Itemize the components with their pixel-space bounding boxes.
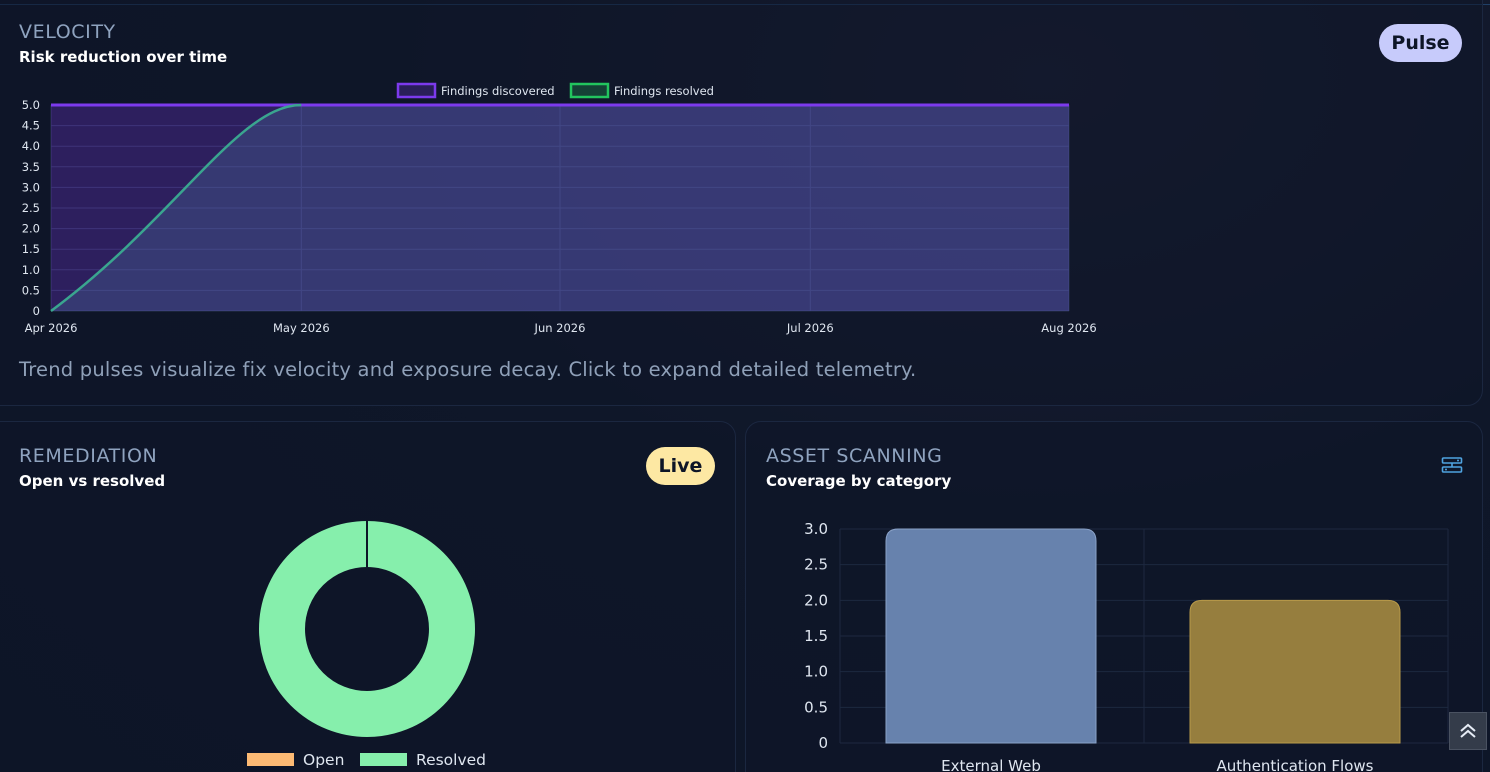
velocity-y-tick-label: 3.0	[22, 180, 40, 194]
bar-y-tick-label: 3.0	[804, 520, 828, 538]
bar-y-tick-label: 0	[818, 734, 828, 752]
velocity-y-tick-label: 5.0	[22, 98, 40, 112]
remediation-subtitle: Open vs resolved	[19, 472, 166, 490]
bar-y-tick-label: 1.0	[804, 663, 828, 681]
asset-scanning-bar-chart[interactable]: 0 0.5 1.0 1.5 2.0 2.5 3.0 External Web Authenti…	[780, 512, 1460, 772]
velocity-y-tick-label: 2.5	[22, 201, 40, 215]
bar-y-tick-label: 2.0	[804, 591, 828, 609]
scroll-to-top-button[interactable]	[1449, 712, 1487, 750]
donut-legend-open-label: Open	[303, 751, 344, 769]
velocity-y-tick-label: 3.5	[22, 160, 40, 174]
velocity-x-tick-label: Aug 2026	[1041, 321, 1096, 335]
velocity-x-tick-label: Jun 2026	[534, 321, 586, 335]
bar-external-web	[885, 528, 1097, 744]
velocity-y-tick-label: 2.0	[22, 222, 40, 236]
bar-y-tick-label: 2.5	[804, 556, 828, 574]
bar-y-tick-label: 0.5	[804, 698, 828, 716]
velocity-y-tick-label: 1.0	[22, 263, 40, 277]
legend-findings-resolved-label: Findings resolved	[614, 84, 714, 98]
velocity-y-tick-label: 1.5	[22, 242, 40, 256]
velocity-x-tick-label: May 2026	[273, 321, 330, 335]
remediation-eyebrow: REMEDIATION	[19, 445, 158, 467]
bar-authentication-flows	[1189, 599, 1401, 744]
asset-scanning-eyebrow: ASSET SCANNING	[766, 445, 943, 467]
bar-authentication-flows-label: Authentication Flows	[1217, 757, 1374, 772]
velocity-y-tick-label: 0	[33, 304, 40, 318]
live-badge: Live	[646, 447, 715, 485]
double-chevron-up-icon	[1460, 723, 1476, 738]
legend-findings-discovered-label: Findings discovered	[441, 84, 555, 98]
donut-slice-resolved	[259, 521, 475, 737]
bar-external-web-label: External Web	[941, 757, 1041, 772]
velocity-eyebrow: VELOCITY	[19, 21, 116, 43]
legend-findings-resolved-swatch	[569, 82, 610, 99]
legend-findings-discovered-swatch	[396, 82, 437, 99]
donut-legend-open-swatch	[247, 753, 294, 766]
velocity-x-tick-label: Jul 2026	[786, 321, 834, 335]
velocity-description: Trend pulses visualize fix velocity and …	[19, 358, 917, 381]
velocity-y-tick-label: 4.0	[22, 139, 40, 153]
velocity-subtitle: Risk reduction over time	[19, 48, 228, 66]
asset-scanning-subtitle: Coverage by category	[766, 472, 952, 490]
pulse-badge: Pulse	[1379, 24, 1462, 62]
donut-legend-resolved-label: Resolved	[416, 751, 486, 769]
velocity-chart[interactable]: 0 0.5 1.0 1.5 2.0 2.5 3.0 3.5 4.0 4.5 5.0 Apr 2026…	[0, 78, 1110, 340]
bar-y-tick-label: 1.5	[804, 627, 828, 645]
settings-sliders-icon[interactable]	[1441, 456, 1463, 476]
velocity-y-tick-label: 0.5	[22, 283, 40, 297]
remediation-donut-chart[interactable]: Open Resolved	[230, 505, 510, 772]
velocity-y-tick-label: 4.5	[22, 119, 40, 133]
velocity-x-tick-label: Apr 2026	[25, 321, 78, 335]
donut-legend-resolved-swatch	[360, 753, 407, 766]
